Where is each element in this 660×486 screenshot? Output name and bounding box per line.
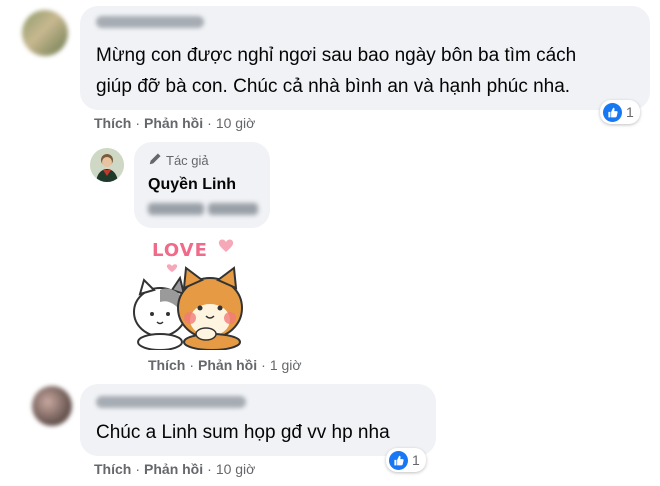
separator-dot: · bbox=[135, 115, 141, 131]
reaction-count[interactable]: 1 bbox=[600, 100, 640, 124]
commenter-avatar[interactable] bbox=[22, 10, 68, 56]
separator-dot: · bbox=[135, 461, 141, 477]
author-badge: Tác giả bbox=[148, 152, 209, 169]
commenter-name-blurred[interactable] bbox=[96, 16, 204, 28]
sticker-love-text: LOVE bbox=[152, 240, 208, 261]
comment-text-line-1: Mừng con được nghỉ ngơi sau bao ngày bôn… bbox=[96, 45, 577, 66]
reply-link[interactable]: Phản hồi bbox=[144, 115, 203, 131]
like-icon bbox=[603, 102, 622, 122]
pencil-icon bbox=[148, 152, 162, 169]
separator-dot: · bbox=[207, 115, 212, 131]
separator-dot: · bbox=[207, 461, 212, 477]
author-avatar[interactable] bbox=[90, 148, 124, 182]
reaction-count-value: 1 bbox=[626, 104, 634, 120]
comment-actions: Thích · Phản hồi · 10 giờ bbox=[94, 461, 255, 477]
comment-actions: Thích · Phản hồi · 10 giờ bbox=[94, 115, 255, 131]
like-link[interactable]: Thích bbox=[148, 357, 185, 373]
reply-link[interactable]: Phản hồi bbox=[144, 461, 203, 477]
author-badge-label: Tác giả bbox=[166, 153, 209, 168]
commenter-avatar[interactable] bbox=[32, 386, 72, 426]
comment-time[interactable]: 10 giờ bbox=[216, 461, 256, 477]
like-icon bbox=[389, 450, 408, 470]
reaction-count[interactable]: 1 bbox=[386, 448, 426, 472]
reaction-count-value: 1 bbox=[412, 452, 420, 468]
author-name[interactable]: Quyền Linh bbox=[148, 176, 236, 194]
comment-time[interactable]: 10 giờ bbox=[216, 115, 256, 131]
commenter-name-blurred[interactable] bbox=[96, 396, 246, 408]
like-link[interactable]: Thích bbox=[94, 461, 131, 477]
love-sticker[interactable]: LOVE bbox=[130, 232, 250, 351]
like-link[interactable]: Thích bbox=[94, 115, 131, 131]
comment-text: Chúc a Linh sum họp gđ vv hp nha bbox=[96, 422, 390, 443]
reply-link[interactable]: Phản hồi bbox=[198, 357, 257, 373]
separator-dot: · bbox=[261, 357, 266, 373]
reply-time[interactable]: 1 giờ bbox=[270, 357, 302, 373]
comment-text-line-2: giúp đỡ bà con. Chúc cả nhà bình an và h… bbox=[96, 76, 571, 97]
reply-actions: Thích · Phản hồi · 1 giờ bbox=[148, 357, 302, 373]
separator-dot: · bbox=[189, 357, 195, 373]
reply-text-blurred bbox=[148, 202, 262, 220]
